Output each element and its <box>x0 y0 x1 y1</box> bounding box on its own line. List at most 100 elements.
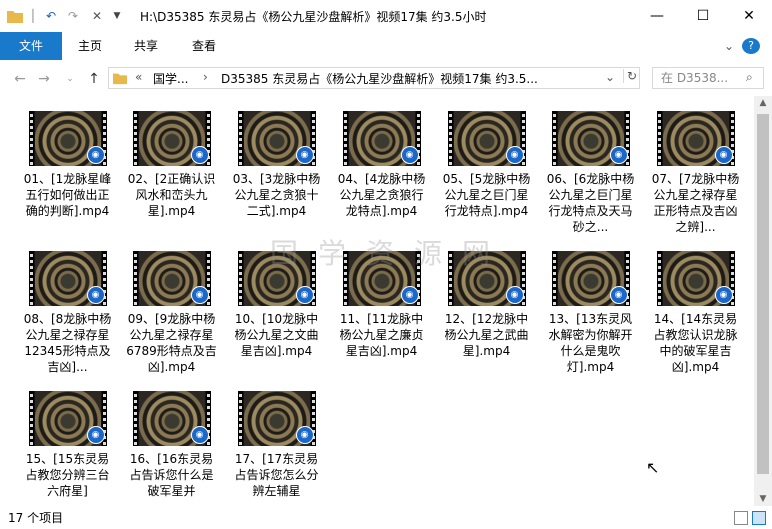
file-name: 11、[11龙脉中杨公九星之廉贞星吉凶].mp4 <box>339 312 424 358</box>
film-strip <box>342 111 348 166</box>
file-name: 08、[8龙脉中杨公九星之禄存星12345形特点及吉凶]... <box>23 312 112 374</box>
window-title: H:\D35385 东灵易占《杨公九星沙盘解析》视频17集 约3.5小时 <box>140 10 487 24</box>
video-thumbnail: ◉ <box>551 251 630 306</box>
file-item[interactable]: ◉ 14、[14东灵易占教您认识龙脉中的破军星吉凶].mp4 <box>648 244 743 375</box>
file-grid: ◉ 01、[1龙脉星峰五行如何做出正确的判断].mp4 ◉ 02、[2正确认识风水和峦… <box>0 96 754 506</box>
redo-icon[interactable]: ↷ <box>64 6 82 26</box>
scrollbar-thumb[interactable] <box>757 114 769 474</box>
address-bar-row: ← → ⌄ ↑ « 国学... › D35385 东灵易占《杨公九星沙盘解析》视… <box>0 60 772 96</box>
search-icon[interactable]: ⌕ <box>746 70 753 85</box>
customize-quick-access-icon[interactable]: ▼ <box>110 6 124 26</box>
address-dropdown-icon[interactable]: ⌄ <box>605 70 615 84</box>
file-item[interactable]: ◉ 09、[9龙脉中杨公九星之禄存星6789形特点及吉凶].mp4 <box>124 244 219 375</box>
media-player-icon: ◉ <box>190 426 209 444</box>
video-thumbnail: ◉ <box>342 111 421 166</box>
file-item[interactable]: ◉ 08、[8龙脉中杨公九星之禄存星12345形特点及吉凶]... <box>20 244 115 375</box>
file-name: 09、[9龙脉中杨公九星之禄存星6789形特点及吉凶].mp4 <box>126 312 217 374</box>
film-strip <box>656 251 662 306</box>
breadcrumb-separator-icon[interactable]: › <box>203 70 208 84</box>
minimize-button[interactable]: — <box>634 0 680 32</box>
file-name: 17、[17东灵易占告诉您怎么分辨左辅星 <box>234 452 319 498</box>
video-thumbnail: ◉ <box>28 111 107 166</box>
pin-icon[interactable]: │ <box>26 6 40 26</box>
media-player-icon: ◉ <box>400 286 419 304</box>
scroll-up-icon[interactable]: ▲ <box>754 98 772 108</box>
media-player-icon: ◉ <box>295 286 314 304</box>
tab-file[interactable]: 文件 <box>0 32 62 60</box>
breadcrumb-item-guoxue[interactable]: 国学... <box>153 70 188 87</box>
media-player-icon: ◉ <box>295 426 314 444</box>
video-thumbnail: ◉ <box>551 111 630 166</box>
media-player-icon: ◉ <box>400 146 419 164</box>
status-bar: 17 个项目 <box>0 506 772 529</box>
large-icons-view-icon[interactable] <box>752 511 766 525</box>
file-item[interactable]: ◉ 06、[6龙脉中杨公九星之巨门星行龙特点及天马砂之... <box>543 104 638 235</box>
file-name: 16、[16东灵易占告诉您什么是破军星并 <box>129 452 214 498</box>
file-name: 15、[15东灵易占教您分辨三台六府星] <box>25 452 110 498</box>
mouse-cursor-icon: ↖ <box>646 458 660 477</box>
video-thumbnail: ◉ <box>132 251 211 306</box>
media-player-icon: ◉ <box>609 146 628 164</box>
close-button[interactable]: ✕ <box>726 0 772 32</box>
maximize-button[interactable]: ☐ <box>680 0 726 32</box>
scroll-down-icon[interactable]: ▼ <box>754 494 772 504</box>
media-player-icon: ◉ <box>505 146 524 164</box>
video-thumbnail: ◉ <box>237 391 316 446</box>
address-field[interactable]: « 国学... › D35385 东灵易占《杨公九星沙盘解析》视频17集 约3.… <box>108 67 640 89</box>
refresh-icon[interactable]: ↻ <box>623 69 637 83</box>
video-thumbnail: ◉ <box>656 251 735 306</box>
video-thumbnail: ◉ <box>237 111 316 166</box>
expand-ribbon-icon[interactable]: ⌄ <box>720 32 738 60</box>
film-strip <box>237 391 243 446</box>
breadcrumb-item-current[interactable]: D35385 东灵易占《杨公九星沙盘解析》视频17集 约3.5... <box>221 70 538 87</box>
media-player-icon: ◉ <box>609 286 628 304</box>
back-icon[interactable]: ← <box>10 69 30 89</box>
file-item[interactable]: ◉ 17、[17东灵易占告诉您怎么分辨左辅星 <box>229 384 324 499</box>
details-view-icon[interactable] <box>734 511 748 525</box>
file-name: 13、[13东灵风水解密为你解开什么是鬼吹灯].mp4 <box>548 312 633 374</box>
file-item[interactable]: ◉ 16、[16东灵易占告诉您什么是破军星并 <box>124 384 219 499</box>
tab-home[interactable]: 主页 <box>66 32 114 60</box>
file-name: 10、[10龙脉中杨公九星之文曲星吉凶].mp4 <box>234 312 319 358</box>
recent-locations-icon[interactable]: ⌄ <box>60 69 80 89</box>
film-strip <box>551 111 557 166</box>
file-name: 06、[6龙脉中杨公九星之巨门星行龙特点及天马砂之... <box>546 172 635 234</box>
video-thumbnail: ◉ <box>132 391 211 446</box>
media-player-icon: ◉ <box>714 146 733 164</box>
file-name: 14、[14东灵易占教您认识龙脉中的破军星吉凶].mp4 <box>653 312 738 374</box>
help-icon[interactable]: ? <box>742 38 760 54</box>
forward-icon[interactable]: → <box>34 69 54 89</box>
film-strip <box>447 111 453 166</box>
video-thumbnail: ◉ <box>656 111 735 166</box>
film-strip <box>28 111 34 166</box>
breadcrumb-overflow-icon[interactable]: « <box>135 70 142 84</box>
file-name: 01、[1龙脉星峰五行如何做出正确的判断].mp4 <box>23 172 112 218</box>
media-player-icon: ◉ <box>295 146 314 164</box>
media-player-icon: ◉ <box>190 286 209 304</box>
video-thumbnail: ◉ <box>132 111 211 166</box>
up-icon[interactable]: ↑ <box>84 69 104 89</box>
media-player-icon: ◉ <box>714 286 733 304</box>
film-strip <box>132 391 138 446</box>
file-item[interactable]: ◉ 13、[13东灵风水解密为你解开什么是鬼吹灯].mp4 <box>543 244 638 375</box>
folder-icon <box>6 6 24 26</box>
tab-share[interactable]: 共享 <box>122 32 170 60</box>
file-item[interactable]: ◉ 05、[5龙脉中杨公九星之巨门星行龙特点].mp4 <box>439 104 534 219</box>
watermark-text: 国学资源网 <box>270 237 511 270</box>
file-item[interactable]: ◉ 02、[2正确认识风水和峦头九星].mp4 <box>124 104 219 219</box>
vertical-scrollbar[interactable]: ▲ ▼ <box>754 96 772 506</box>
delete-icon[interactable]: ✕ <box>88 6 106 26</box>
file-item[interactable]: ◉ 15、[15东灵易占教您分辨三台六府星] <box>20 384 115 499</box>
title-bar: │ ↶ ↷ ✕ ▼ H:\D35385 东灵易占《杨公九星沙盘解析》视频17集 … <box>0 0 772 33</box>
file-name: 05、[5龙脉中杨公九星之巨门星行龙特点].mp4 <box>442 172 531 218</box>
file-item[interactable]: ◉ 04、[4龙脉中杨公九星之贪狼行龙特点].mp4 <box>334 104 429 219</box>
file-item[interactable]: ◉ 01、[1龙脉星峰五行如何做出正确的判断].mp4 <box>20 104 115 219</box>
folder-icon <box>113 71 127 88</box>
file-item[interactable]: ◉ 07、[7龙脉中杨公九星之禄存星正形特点及吉凶之辨]... <box>648 104 743 235</box>
undo-icon[interactable]: ↶ <box>42 6 60 26</box>
tab-view[interactable]: 查看 <box>180 32 228 60</box>
film-strip <box>656 111 662 166</box>
file-item[interactable]: ◉ 03、[3龙脉中杨公九星之贪狼十二式].mp4 <box>229 104 324 219</box>
media-player-icon: ◉ <box>190 146 209 164</box>
video-thumbnail: ◉ <box>447 111 526 166</box>
